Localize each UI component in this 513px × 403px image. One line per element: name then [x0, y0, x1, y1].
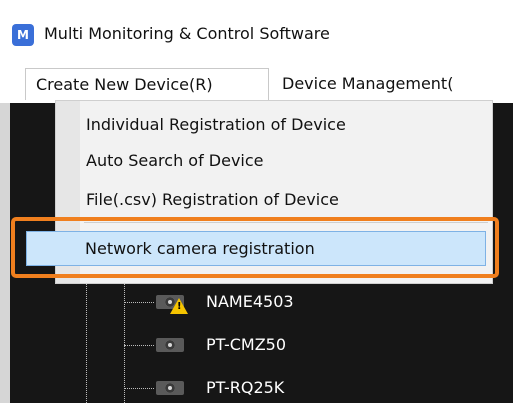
title-bar: M Multi Monitoring & Control Software	[0, 0, 513, 60]
tree-border	[0, 103, 10, 403]
tree-item-label: PT-RQ25K	[206, 378, 285, 397]
menu-create-new-device[interactable]: Create New Device(R)	[25, 68, 269, 100]
warning-mark: !	[177, 301, 182, 312]
menu-item-network-camera-registration[interactable]: Network camera registration	[26, 231, 486, 266]
tree-connector	[124, 270, 125, 403]
tree-item-label: NAME4503	[206, 292, 294, 311]
menu-item-file-registration[interactable]: File(.csv) Registration of Device	[86, 182, 339, 218]
tree-connector	[124, 388, 154, 389]
tree-connector	[124, 302, 154, 303]
tree-connector	[124, 345, 154, 346]
window-title: Multi Monitoring & Control Software	[44, 24, 330, 43]
menu-item-auto-search[interactable]: Auto Search of Device	[86, 143, 264, 179]
menu-device-management[interactable]: Device Management(	[282, 68, 453, 100]
camera-icon	[156, 381, 184, 395]
tree-connector	[86, 270, 87, 403]
app-icon: M	[12, 24, 34, 46]
camera-icon	[156, 338, 184, 352]
menu-item-individual-registration[interactable]: Individual Registration of Device	[86, 107, 346, 143]
tree-item-label: PT-CMZ50	[206, 335, 287, 354]
